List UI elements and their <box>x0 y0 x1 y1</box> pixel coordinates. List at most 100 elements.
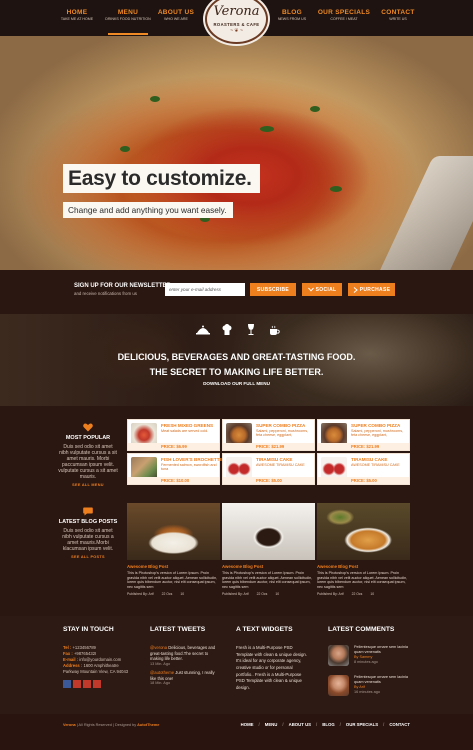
menu-item-name: SUPER COMBO PIZZA <box>351 423 401 428</box>
comment-content: Pellentesque ornare sem lacinia quam ven… <box>354 645 414 665</box>
copyright-text: | All Rights Reserved | Designed by <box>75 723 138 727</box>
page: HOME TAKE ME AT HOME MENU DRINKS FOOD NUTR… <box>0 0 473 750</box>
footer: STAY IN TOUCH Tel : +123456789 Fax : +98… <box>0 616 473 714</box>
see-all-menu-link[interactable]: SEE ALL MENU <box>58 483 118 487</box>
facebook-icon[interactable] <box>63 680 71 689</box>
footer-tweets: LATEST TWEETS @verona Delicious, beverag… <box>150 626 218 687</box>
see-all-posts-link[interactable]: SEE ALL POSTS <box>58 555 118 559</box>
tweet: @verona Delicious, beverages and great-t… <box>150 645 218 667</box>
comment-item[interactable]: Pellentesque ornare sem lacinia quam ven… <box>328 675 408 701</box>
blog-post-excerpt: This is Photoshop's version of Lorem Ips… <box>317 571 408 589</box>
bottom-link-home[interactable]: HOME <box>241 722 254 727</box>
bottom-link-blog[interactable]: BLOG <box>322 722 334 727</box>
download-menu-link[interactable]: DOWNLOAD OUR FULL MENU <box>0 381 473 386</box>
blog-post-image[interactable] <box>222 503 315 560</box>
copyright-brand: Verona <box>63 723 76 727</box>
hero-title: Easy to customize. <box>63 164 260 193</box>
tweet-time: 18 Min. Ago <box>150 681 171 686</box>
menu-item-name: FRESH MIXED GREENS <box>161 423 214 428</box>
cloche-icon <box>196 324 210 336</box>
menu-item-name: TIRAMISU CAKE <box>256 457 293 462</box>
blog-post-meta: Published By: Arif 22 Ocs 10 <box>127 592 184 596</box>
tweet-time: 13 Min. Ago <box>150 662 171 667</box>
designer-link[interactable]: AutotTheme <box>137 723 159 727</box>
menu-card[interactable]: TIRAMISU CAKE AWESOME TIRAMISU CAKE PRIC… <box>317 453 410 485</box>
blog-post-title[interactable]: Awesome Blog Post <box>222 564 263 569</box>
nav-about[interactable]: ABOUT US WHO WE ARE <box>146 9 206 21</box>
site-logo[interactable]: Verona ROASTERS & CAFE ~ ❦ ~ <box>200 0 273 44</box>
bottom-link-menu[interactable]: MENU <box>265 722 278 727</box>
menu-item-name: SUPER COMBO PIZZA <box>256 423 306 428</box>
avatar <box>328 675 349 696</box>
avatar <box>328 645 349 666</box>
blog-post-author: Published By: Arif <box>317 592 344 596</box>
blog-post-title[interactable]: Awesome Blog Post <box>127 564 168 569</box>
contact-address-label: Address : <box>63 663 83 669</box>
youtube-icon[interactable] <box>93 680 101 689</box>
footer-contact-title: STAY IN TOUCH <box>63 626 114 633</box>
menu-item-name: FISH LOVER'S BROCHETTE <box>161 457 223 462</box>
nav-sublabel: COFFEE / MEAT <box>330 17 358 21</box>
separator: / <box>316 722 318 727</box>
blog-post-title[interactable]: Awesome Blog Post <box>317 564 358 569</box>
menu-item-price: PRICE: $21.99 <box>318 443 409 450</box>
blog-post-author: Published By: Arif <box>222 592 249 596</box>
nav-specials[interactable]: OUR SPECIALS COFFEE / MEAT <box>314 9 374 21</box>
nav-contact[interactable]: CONTACT WRITE US <box>368 9 428 21</box>
newsletter-note: and receive notifications from us <box>74 291 137 296</box>
footer-widget-title: A TEXT WIDGETS <box>236 626 293 633</box>
footer-contact: STAY IN TOUCH Tel : +123456789 Fax : +98… <box>63 626 133 693</box>
google-plus-icon[interactable] <box>73 680 81 689</box>
copyright: Verona | All Rights Reserved | Designed … <box>63 723 159 727</box>
blog-post-views: 10 <box>275 592 280 596</box>
newsletter-email-input[interactable] <box>165 283 245 296</box>
footer-widget-text: Fresh is a Multi-Purpose PSD Template wi… <box>236 645 307 690</box>
menu-card[interactable]: SUPER COMBO PIZZA Salami, pepperoni, mus… <box>317 419 410 451</box>
chevron-down-icon <box>307 287 314 292</box>
garnish-decoration <box>120 146 130 152</box>
blog-post-image[interactable] <box>317 503 410 560</box>
bottom-link-contact[interactable]: CONTACT <box>389 722 410 727</box>
pinterest-icon[interactable] <box>83 680 91 689</box>
tweet-user[interactable]: @autotheme <box>150 670 174 675</box>
garnish-decoration <box>330 186 342 192</box>
contact-email-value[interactable]: info@yourdomain.com <box>79 657 121 662</box>
menu-item-desc: AWESOME TIRAMISU CAKE <box>256 463 305 467</box>
blog-post-views: 10 <box>370 592 375 596</box>
menu-card[interactable]: SUPER COMBO PIZZA Salami, pepperoni, mus… <box>222 419 315 451</box>
purchase-button-label: PURCHASE <box>359 286 391 293</box>
footer-tweets-title: LATEST TWEETS <box>150 626 206 633</box>
menu-item-price: PRICE: $10.00 <box>128 477 219 484</box>
wine-glass-icon <box>244 324 258 336</box>
menu-card[interactable]: FRESH MIXED GREENS Meat salads are serve… <box>127 419 220 451</box>
comment-time: 8 minutes ago <box>354 659 378 664</box>
blog-post-author: Published By: Arif <box>127 592 154 596</box>
blog-section-text: Duis sed odio sit amet nibh vulputate cu… <box>62 528 114 552</box>
menu-item-price: PRICE: $6.99 <box>128 443 219 450</box>
bottom-link-specials[interactable]: OUR SPECIALS <box>346 722 378 727</box>
comment-item[interactable]: Pellentesque ornare sem lacinia quam ven… <box>328 645 408 671</box>
contact-email-label: E-mail : <box>63 657 79 663</box>
banner-line-2: THE SECRET TO MAKING LIFE BETTER. <box>149 367 324 377</box>
speech-bubble-icon <box>83 507 93 516</box>
menu-item-desc: Meat salads are served cold. <box>161 429 209 433</box>
banner-line-1: DELICIOUS, BEVERAGES AND GREAT-TASTING F… <box>117 352 356 362</box>
social-button[interactable]: SOCIAL <box>302 283 342 296</box>
blog-post-image[interactable] <box>127 503 220 560</box>
comment-time: 16 minutes ago <box>354 689 380 694</box>
menu-item-desc: Salami, pepperoni, mushrooms, feta chees… <box>351 429 404 438</box>
blog-post-excerpt: This is Photoshop's version of Lorem Ips… <box>222 571 313 589</box>
subscribe-button[interactable]: SUBSCRIBE <box>250 283 296 296</box>
menu-card[interactable]: FISH LOVER'S BROCHETTE Fermented salmon,… <box>127 453 223 485</box>
newsletter-bar: SIGN UP FOR OUR NEWSLETTER and receive n… <box>0 270 473 314</box>
newsletter-title: SIGN UP FOR OUR NEWSLETTER <box>74 283 171 289</box>
most-popular-intro: MOST POPULAR Duis sed odio sit amet nibh… <box>58 423 118 487</box>
comment-content: Pellentesque ornare sem lacinia quam ven… <box>354 675 414 695</box>
separator: / <box>282 722 284 727</box>
bottom-link-about[interactable]: ABOUT US <box>289 722 311 727</box>
tweet-user[interactable]: @verona <box>150 645 167 650</box>
menu-card[interactable]: TIRAMISU CAKE AWESOME TIRAMISU CAKE PRIC… <box>222 453 315 485</box>
purchase-button[interactable]: PURCHASE <box>348 283 395 296</box>
blog-post-meta: Published By: Arif 22 Ocs 10 <box>317 592 374 596</box>
social-icons <box>63 675 133 693</box>
